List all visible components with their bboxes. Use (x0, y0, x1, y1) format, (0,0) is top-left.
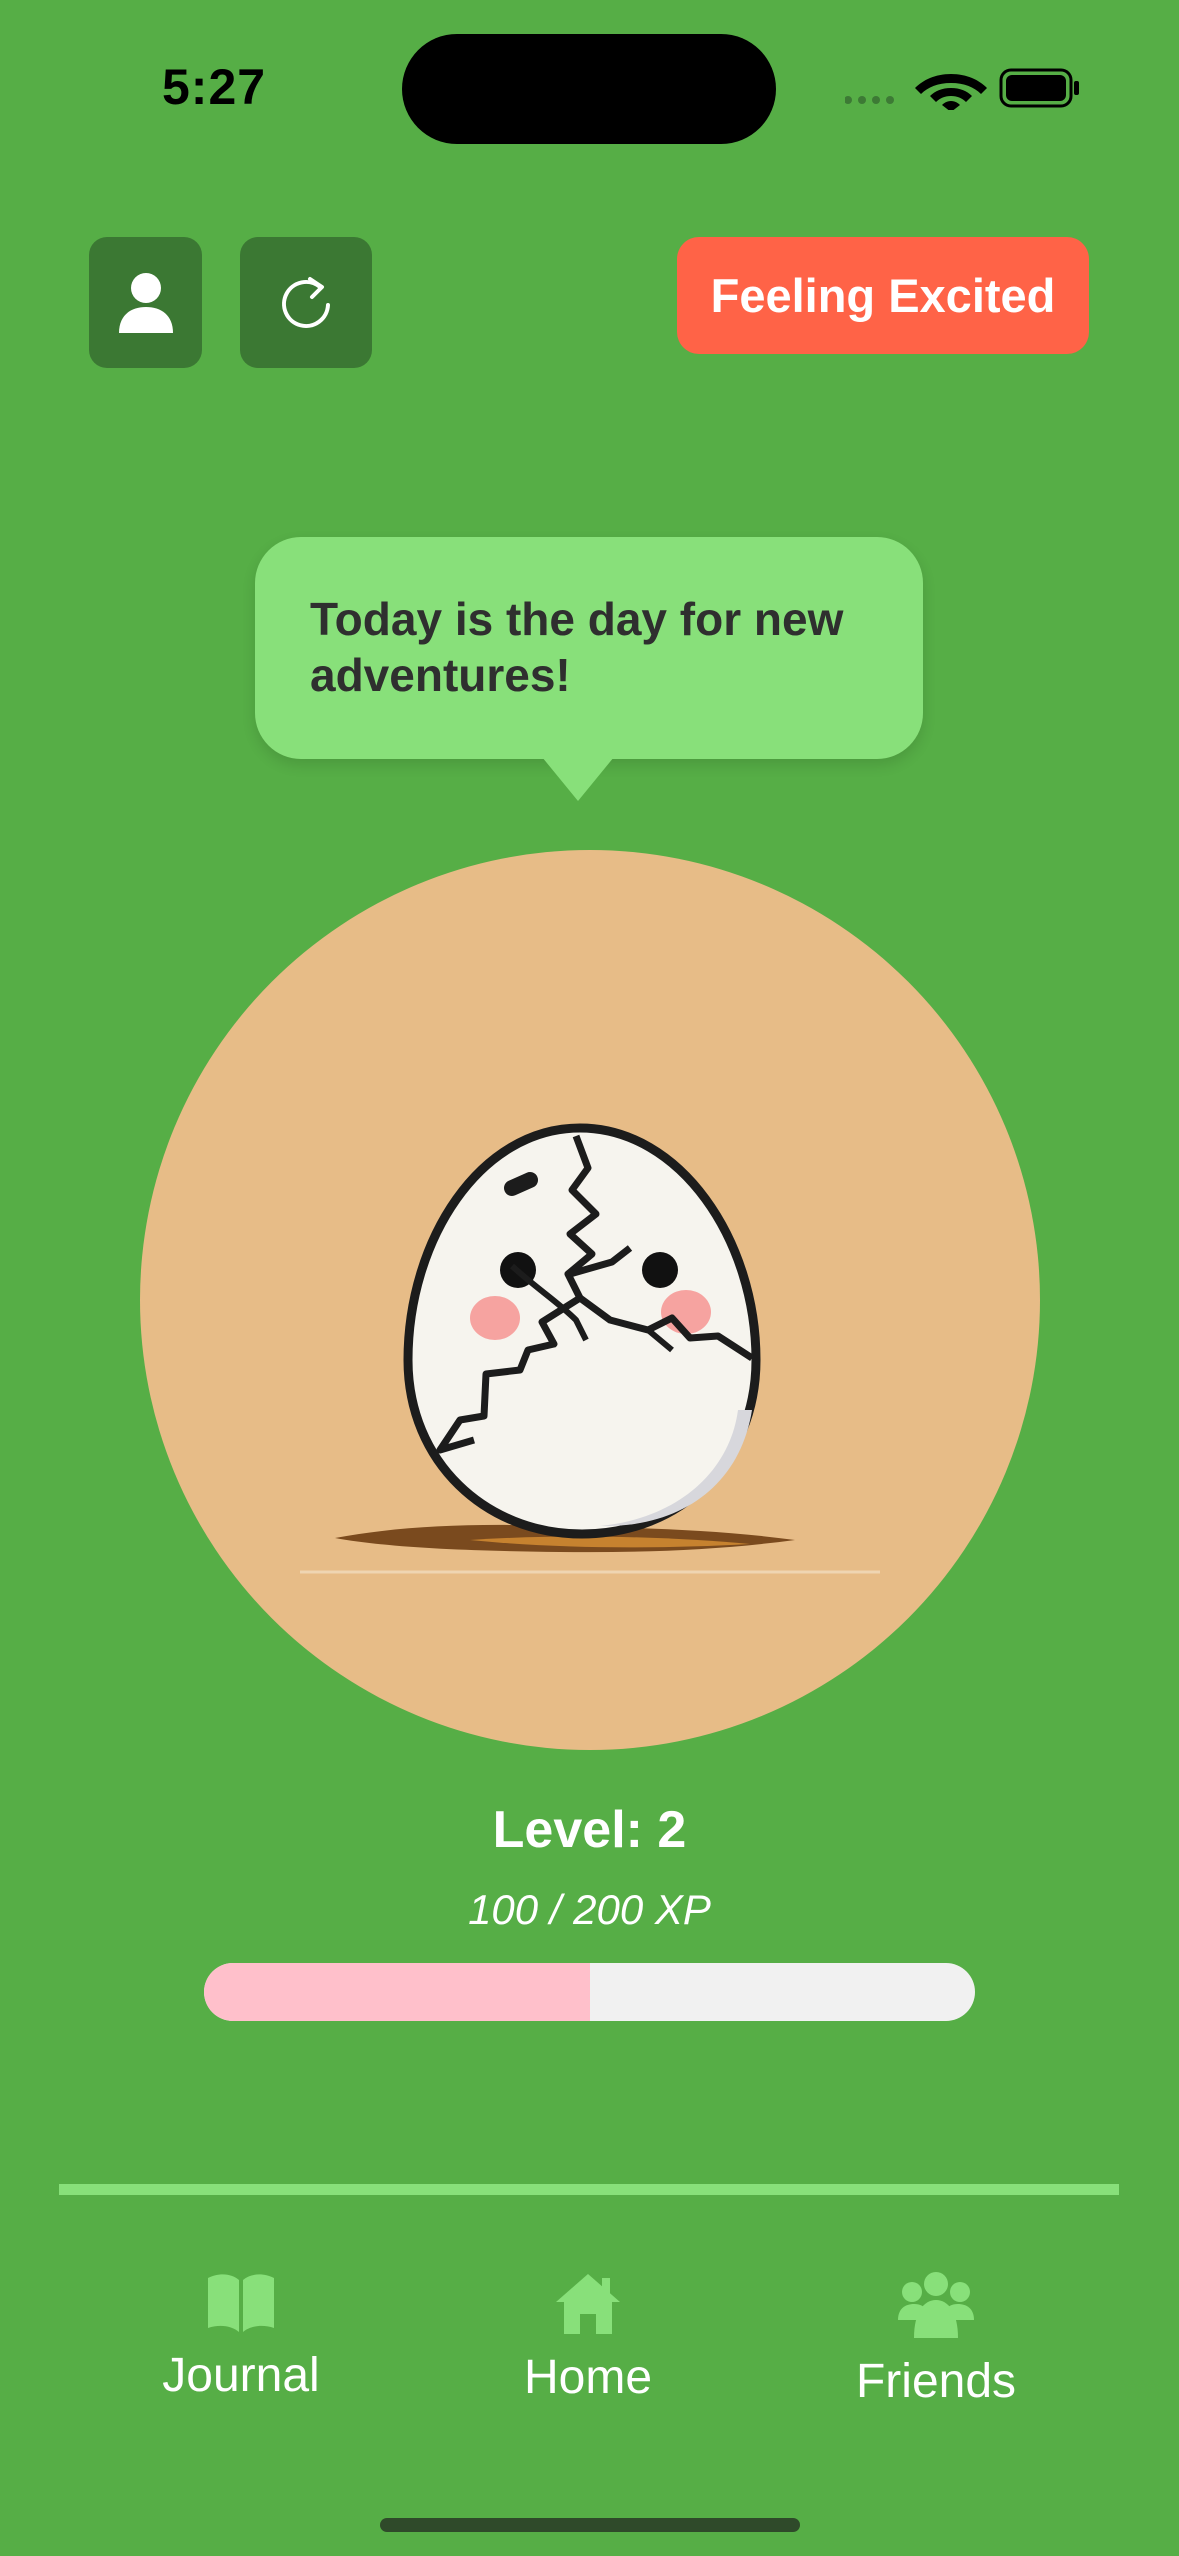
nav-label-home: Home (523, 2351, 653, 2404)
cracked-egg-icon (300, 1123, 880, 1574)
nav-item-home[interactable]: Home (438, 2270, 738, 2405)
home-indicator[interactable] (380, 2518, 800, 2532)
people-icon (898, 2272, 974, 2338)
wifi-icon (915, 74, 987, 110)
pet-avatar[interactable] (140, 850, 1040, 1750)
battery-icon (999, 68, 1079, 108)
mood-badge[interactable]: Feeling Excited (677, 237, 1089, 354)
level-label: Level: 2 (492, 1801, 687, 1859)
refresh-icon (282, 276, 330, 328)
nav-label-friends: Friends (855, 2355, 1017, 2408)
speech-bubble-tail (542, 757, 614, 801)
xp-text: 100 / 200 XP (468, 1886, 711, 1933)
status-time: 5:27 (162, 59, 267, 115)
status-icons (845, 68, 1079, 110)
speech-bubble: Today is the day for new adventures! (255, 537, 923, 759)
nav-label-journal: Journal (162, 2349, 320, 2402)
profile-button[interactable] (89, 237, 202, 368)
xp-progress-fill (204, 1963, 590, 2021)
person-icon (118, 272, 173, 333)
nav-item-friends[interactable]: Friends (786, 2270, 1086, 2409)
nav-item-journal[interactable]: Journal (91, 2270, 391, 2403)
book-icon (208, 2274, 274, 2332)
cellular-signal-icon (845, 96, 894, 104)
nav-divider (59, 2184, 1119, 2195)
dynamic-island (402, 34, 776, 144)
house-icon (556, 2274, 620, 2334)
xp-progress-bar (204, 1963, 975, 2021)
refresh-button[interactable] (240, 237, 372, 368)
speech-text: Today is the day for new adventures! (310, 593, 844, 701)
